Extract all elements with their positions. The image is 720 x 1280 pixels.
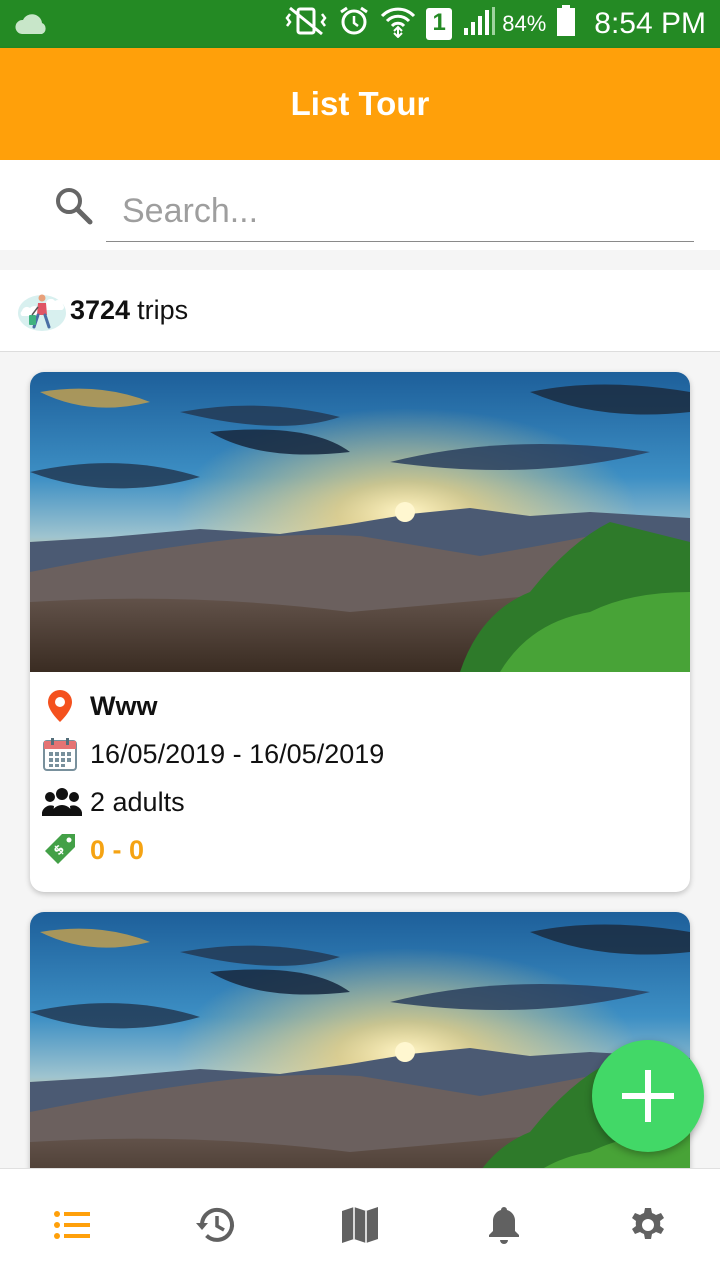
app-bar: List Tour (0, 48, 720, 160)
tour-list[interactable]: Www 16/05/2019 - 16/05/2019 2 adults $ 0… (0, 352, 720, 1168)
tour-photo (30, 372, 690, 672)
search-icon[interactable] (54, 186, 94, 226)
bottom-navigation (0, 1168, 720, 1280)
signal-icon (462, 6, 496, 43)
alarm-icon (338, 5, 370, 44)
nav-list[interactable] (0, 1169, 144, 1280)
guests-row: 2 adults (41, 778, 678, 826)
price-row: $ 0 - 0 (42, 826, 678, 874)
map-icon (342, 1206, 378, 1243)
tour-card[interactable]: Www 16/05/2019 - 16/05/2019 2 adults $ 0… (30, 372, 690, 892)
nav-settings[interactable] (576, 1169, 720, 1280)
status-bar: 1 84% 8:54 PM (0, 0, 720, 48)
cloud-icon (14, 10, 50, 43)
guest-count: 2 adults (90, 786, 185, 817)
traveler-icon (16, 289, 68, 333)
list-icon (54, 1210, 90, 1239)
group-icon (41, 784, 83, 820)
bell-icon (489, 1206, 519, 1244)
price-tag-icon: $ (42, 832, 78, 868)
nav-map[interactable] (288, 1169, 432, 1280)
tour-photo (30, 912, 690, 1168)
destination-name: Www (90, 690, 158, 721)
wifi-icon (380, 4, 416, 45)
nav-history[interactable] (144, 1169, 288, 1280)
battery-icon (556, 4, 576, 44)
price-range: 0 - 0 (90, 834, 145, 865)
trips-summary: 3724 trips (0, 270, 720, 352)
search-bar (0, 160, 720, 250)
page-title: List Tour (290, 85, 430, 122)
history-icon (196, 1207, 234, 1242)
destination-row: Www (42, 682, 678, 730)
clock: 8:54 PM (594, 7, 706, 40)
trip-dates: 16/05/2019 - 16/05/2019 (90, 738, 385, 769)
sim-icon: 1 (426, 8, 453, 40)
add-tour-button[interactable] (592, 1040, 704, 1152)
location-pin-icon (42, 688, 78, 724)
trips-label: trips (137, 295, 189, 325)
vibrate-icon (284, 6, 328, 43)
calendar-icon (42, 736, 78, 772)
dates-row: 16/05/2019 - 16/05/2019 (42, 730, 678, 778)
tour-card[interactable] (30, 912, 690, 1168)
plus-icon (622, 1070, 674, 1122)
gear-icon (632, 1207, 664, 1239)
search-input[interactable] (106, 182, 694, 242)
battery-percent: 84% (502, 11, 547, 36)
trips-count: 3724 (70, 295, 131, 325)
nav-notifications[interactable] (432, 1169, 576, 1280)
